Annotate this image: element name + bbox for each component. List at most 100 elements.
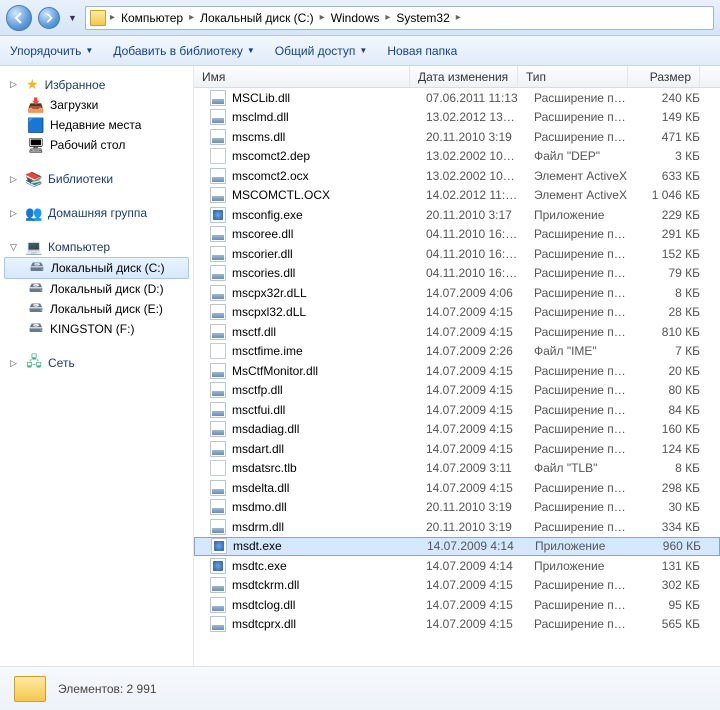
add-to-library-button[interactable]: Добавить в библиотеку ▼ — [113, 44, 254, 58]
file-size: 471 КБ — [636, 130, 708, 144]
file-size: 84 КБ — [636, 403, 708, 417]
organize-button[interactable]: Упорядочить ▼ — [10, 44, 93, 58]
breadcrumb-separator[interactable]: ▸ — [187, 12, 196, 23]
forward-button[interactable] — [38, 7, 60, 29]
file-size: 20 КБ — [636, 364, 708, 378]
dll-icon — [210, 265, 226, 281]
file-type: Приложение — [526, 559, 636, 573]
file-name: mscorier.dll — [232, 247, 293, 261]
file-row[interactable]: msdtc.exe14.07.2009 4:14Приложение131 КБ — [194, 556, 720, 576]
file-row[interactable]: msctfime.ime14.07.2009 2:26Файл "IME"7 К… — [194, 342, 720, 362]
sidebar-drive-c[interactable]: 🖴Локальный диск (C:) — [4, 257, 189, 279]
file-name: msdart.dll — [232, 442, 284, 456]
file-row[interactable]: mscorier.dll04.11.2010 16:58Расширение п… — [194, 244, 720, 264]
sidebar-drive-d[interactable]: 🖴Локальный диск (D:) — [0, 279, 193, 299]
dll-icon — [210, 168, 226, 184]
breadcrumb[interactable]: ▸Компьютер▸Локальный диск (C:)▸Windows▸S… — [85, 6, 714, 30]
file-date: 20.11.2010 3:19 — [418, 130, 526, 144]
sidebar-desktop[interactable]: 🖥Рабочий стол — [0, 135, 193, 155]
dll-icon — [210, 304, 226, 320]
breadcrumb-item[interactable]: Windows — [329, 11, 382, 25]
file-row[interactable]: mscms.dll20.11.2010 3:19Расширение при..… — [194, 127, 720, 147]
file-row[interactable]: msdt.exe14.07.2009 4:14Приложение960 КБ — [194, 537, 720, 557]
file-name: msclmd.dll — [232, 110, 289, 124]
breadcrumb-separator[interactable]: ▸ — [454, 12, 463, 23]
sidebar-drive-f[interactable]: 🖴KINGSTON (F:) — [0, 319, 193, 339]
breadcrumb-item[interactable]: Компьютер — [119, 11, 185, 25]
file-row[interactable]: mscomct2.ocx13.02.2002 10:26Элемент Acti… — [194, 166, 720, 186]
breadcrumb-item[interactable]: Локальный диск (C:) — [198, 11, 316, 25]
col-size[interactable]: Размер — [628, 66, 700, 87]
libraries-header[interactable]: ▷📚Библиотеки — [0, 169, 193, 189]
file-type: Расширение при... — [526, 286, 636, 300]
computer-header[interactable]: ▽💻Компьютер — [0, 237, 193, 257]
file-type: Расширение при... — [526, 110, 636, 124]
column-headers[interactable]: Имя Дата изменения Тип Размер — [194, 66, 720, 88]
file-size: 160 КБ — [636, 422, 708, 436]
file-row[interactable]: MsCtfMonitor.dll14.07.2009 4:15Расширени… — [194, 361, 720, 381]
file-row[interactable]: msctfui.dll14.07.2009 4:15Расширение при… — [194, 400, 720, 420]
nav-pane[interactable]: ▷★Избранное 📥Загрузки 🟦Недавние места 🖥Р… — [0, 66, 194, 666]
file-name: mscomct2.ocx — [232, 169, 309, 183]
share-button[interactable]: Общий доступ ▼ — [275, 44, 368, 58]
file-size: 79 КБ — [636, 266, 708, 280]
file-row[interactable]: msdart.dll14.07.2009 4:15Расширение при.… — [194, 439, 720, 459]
file-row[interactable]: MSCLib.dll07.06.2011 11:13Расширение при… — [194, 88, 720, 108]
file-name: msctfime.ime — [232, 344, 303, 358]
favorites-header[interactable]: ▷★Избранное — [0, 74, 193, 95]
file-type: Расширение при... — [526, 266, 636, 280]
file-row[interactable]: msdtclog.dll14.07.2009 4:15Расширение пр… — [194, 595, 720, 615]
file-date: 04.11.2010 16:58 — [418, 227, 526, 241]
file-row[interactable]: msdtcprx.dll14.07.2009 4:15Расширение пр… — [194, 615, 720, 635]
file-row[interactable]: mscpx32r.dLL14.07.2009 4:06Расширение пр… — [194, 283, 720, 303]
dll-icon — [210, 382, 226, 398]
file-row[interactable]: msdtckrm.dll14.07.2009 4:15Расширение пр… — [194, 576, 720, 596]
file-date: 14.07.2009 4:15 — [418, 442, 526, 456]
file-row[interactable]: msctf.dll14.07.2009 4:15Расширение при..… — [194, 322, 720, 342]
file-row[interactable]: msdmo.dll20.11.2010 3:19Расширение при..… — [194, 498, 720, 518]
file-date: 14.07.2009 4:15 — [418, 578, 526, 592]
file-row[interactable]: msconfig.exe20.11.2010 3:17Приложение229… — [194, 205, 720, 225]
history-dropdown[interactable]: ▼ — [66, 13, 79, 23]
sidebar-drive-e[interactable]: 🖴Локальный диск (E:) — [0, 299, 193, 319]
file-row[interactable]: mscoree.dll 04.11.2010 16:58Расширение пр… — [194, 225, 720, 245]
new-folder-button[interactable]: Новая папка — [387, 44, 457, 58]
network-header[interactable]: ▷🖧Сеть — [0, 353, 193, 373]
file-name: msctf.dll — [232, 325, 276, 339]
file-row[interactable]: msdrm.dll20.11.2010 3:19Расширение при..… — [194, 517, 720, 537]
file-row[interactable]: msctfp.dll14.07.2009 4:15Расширение при.… — [194, 381, 720, 401]
file-row[interactable]: msclmd.dll13.02.2012 13:53Расширение при… — [194, 108, 720, 128]
dll-icon — [210, 363, 226, 379]
file-name: mscoree.dll — [232, 227, 293, 241]
breadcrumb-separator[interactable]: ▸ — [318, 12, 327, 23]
file-size: 80 КБ — [636, 383, 708, 397]
file-icon — [210, 460, 226, 476]
file-row[interactable]: mscories.dll04.11.2010 16:58Расширение п… — [194, 264, 720, 284]
file-row[interactable]: msdadiag.dll14.07.2009 4:15Расширение пр… — [194, 420, 720, 440]
file-rows[interactable]: MSCLib.dll07.06.2011 11:13Расширение при… — [194, 88, 720, 666]
file-type: Элемент ActiveX — [526, 188, 636, 202]
back-button[interactable] — [6, 5, 32, 31]
sidebar-downloads[interactable]: 📥Загрузки — [0, 95, 193, 115]
homegroup-header[interactable]: ▷👥Домашняя группа — [0, 203, 193, 223]
col-name[interactable]: Имя — [194, 66, 410, 87]
file-icon — [210, 148, 226, 164]
file-size: 1 046 КБ — [636, 188, 708, 202]
breadcrumb-separator[interactable]: ▸ — [383, 12, 392, 23]
file-name: MsCtfMonitor.dll — [232, 364, 318, 378]
dll-icon — [210, 226, 226, 242]
file-row[interactable]: mscomct2.dep13.02.2002 10:20Файл "DEP"3 … — [194, 147, 720, 167]
breadcrumb-item[interactable]: System32 — [394, 11, 451, 25]
file-row[interactable]: msdatsrc.tlb14.07.2009 3:11Файл "TLB"8 К… — [194, 459, 720, 479]
sidebar-recent[interactable]: 🟦Недавние места — [0, 115, 193, 135]
col-type[interactable]: Тип — [518, 66, 628, 87]
file-row[interactable]: msdelta.dll14.07.2009 4:15Расширение при… — [194, 478, 720, 498]
file-row[interactable]: mscpxl32.dLL14.07.2009 4:15Расширение пр… — [194, 303, 720, 323]
file-type: Расширение при... — [526, 227, 636, 241]
col-date[interactable]: Дата изменения — [410, 66, 518, 87]
file-row[interactable]: MSCOMCTL.OCX14.02.2012 11:09Элемент Acti… — [194, 186, 720, 206]
file-name: mscpxl32.dLL — [232, 305, 306, 319]
file-size: 633 КБ — [636, 169, 708, 183]
exe-icon — [210, 207, 226, 223]
file-size: 302 КБ — [636, 578, 708, 592]
